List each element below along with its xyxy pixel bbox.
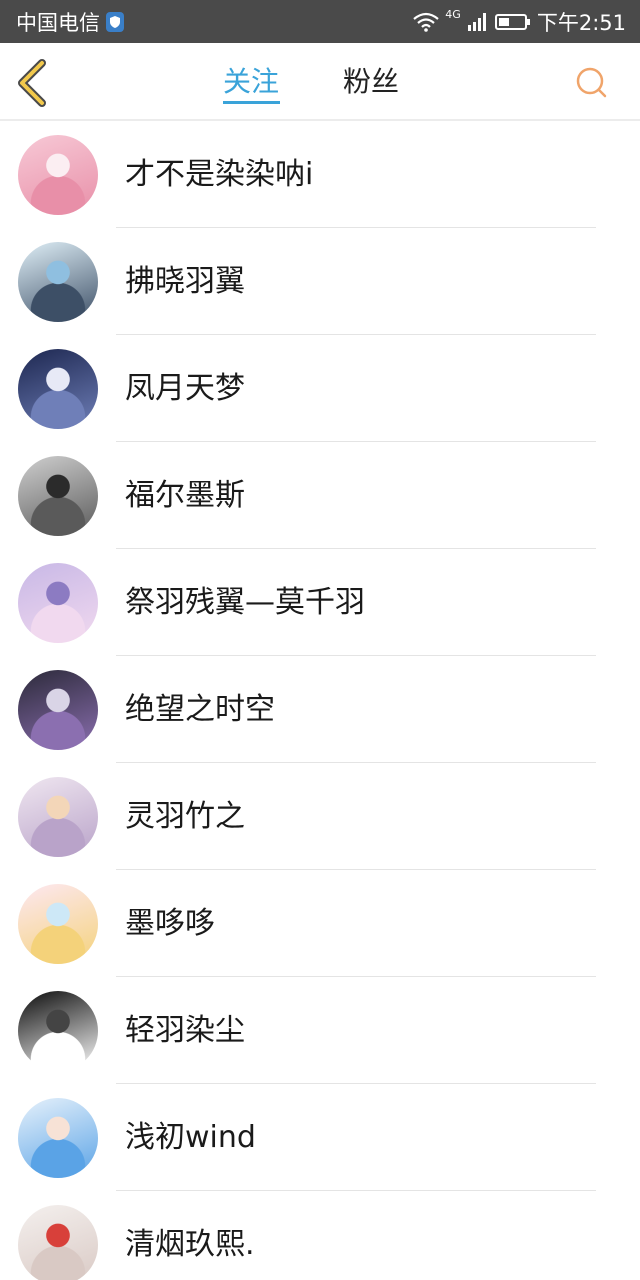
avatar[interactable] [18, 1098, 98, 1178]
user-name: 祭羽残翼—莫千羽 [125, 585, 365, 620]
user-name: 清烟玖熙. [125, 1227, 255, 1262]
avatar[interactable] [18, 670, 98, 750]
user-list-item[interactable]: 清烟玖熙. [0, 1191, 640, 1280]
avatar[interactable] [18, 456, 98, 536]
wifi-icon [413, 12, 440, 32]
signal-icon [467, 12, 486, 31]
back-arrow-icon[interactable] [14, 59, 54, 107]
user-list-item[interactable]: 绝望之时空 [0, 656, 640, 763]
user-list-item[interactable]: 墨哆哆 [0, 870, 640, 977]
user-name: 轻羽染尘 [125, 1013, 245, 1048]
avatar[interactable] [18, 563, 98, 643]
avatar[interactable] [18, 777, 98, 857]
user-list-item[interactable]: 轻羽染尘 [0, 977, 640, 1084]
following-list: 才不是染染呐i 拂晓羽翼凤月天梦福尔墨斯祭羽残翼—莫千羽 绝望之时空灵羽竹之墨哆哆轻… [0, 121, 640, 1280]
header: 关注 粉丝 [0, 43, 640, 121]
search-icon[interactable] [574, 65, 608, 99]
user-list-item[interactable]: 凤月天梦 [0, 335, 640, 442]
carrier-label: 中国电信 [16, 10, 100, 35]
tab-fans[interactable]: 粉丝 [343, 63, 399, 107]
avatar[interactable] [18, 1205, 98, 1280]
user-name: 凤月天梦 [125, 371, 245, 406]
status-left: 中国电信 [16, 7, 124, 37]
active-tab-indicator [223, 101, 280, 104]
user-name: 灵羽竹之 [125, 799, 245, 834]
shield-icon [106, 11, 124, 32]
avatar[interactable] [18, 991, 98, 1071]
user-list-item[interactable]: 浅初wind [0, 1084, 640, 1191]
clock-label: 下午2:51 [536, 10, 626, 35]
user-list-item[interactable]: 才不是染染呐i [0, 121, 640, 228]
user-name: 浅初wind [125, 1120, 256, 1155]
user-list-item[interactable]: 福尔墨斯 [0, 442, 640, 549]
avatar[interactable] [18, 349, 98, 429]
user-list-item[interactable]: 灵羽竹之 [0, 763, 640, 870]
avatar[interactable] [18, 242, 98, 322]
user-name: 福尔墨斯 [125, 478, 245, 513]
network-type-label: 4G [445, 8, 461, 21]
avatar[interactable] [18, 884, 98, 964]
user-list-item[interactable]: 拂晓羽翼 [0, 228, 640, 335]
user-name: 墨哆哆 [125, 906, 215, 941]
user-name: 绝望之时空 [125, 692, 275, 727]
user-list-item[interactable]: 祭羽残翼—莫千羽 [0, 549, 640, 656]
user-name: 拂晓羽翼 [125, 264, 245, 299]
avatar[interactable] [18, 135, 98, 215]
status-right: 4G 下午2:51 [413, 7, 626, 37]
battery-icon [494, 13, 530, 30]
user-name: 才不是染染呐i [125, 157, 314, 192]
status-bar: 中国电信 4G 下午2:51 [0, 0, 640, 43]
